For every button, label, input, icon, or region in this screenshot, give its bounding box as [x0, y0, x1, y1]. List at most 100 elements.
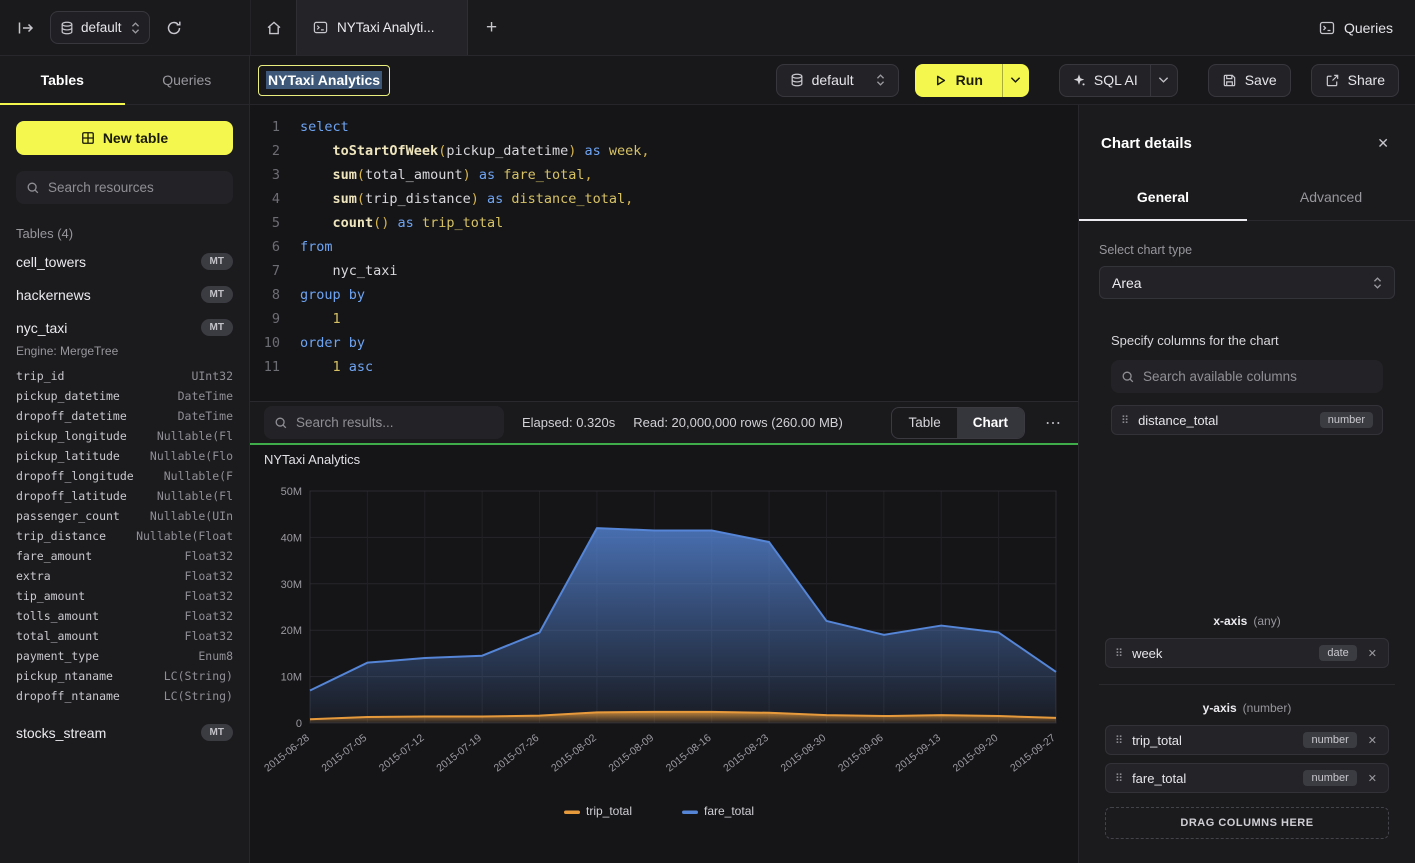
columns-search: [1111, 360, 1383, 393]
column-type: UInt32: [191, 369, 233, 383]
queries-button[interactable]: Queries: [1319, 20, 1393, 36]
run-button[interactable]: Run: [915, 64, 1002, 97]
query-database-selector[interactable]: default: [776, 64, 899, 97]
table-row[interactable]: nyc_taxiMT: [16, 311, 233, 344]
code-line: nyc_taxi: [300, 259, 650, 283]
table-row[interactable]: stocks_streamMT: [16, 716, 233, 749]
sidebar-tab-tables[interactable]: Tables: [0, 56, 125, 104]
svg-text:2015-08-02: 2015-08-02: [549, 732, 599, 775]
column-type: Nullable(Float: [136, 529, 233, 543]
tab-general[interactable]: General: [1079, 174, 1247, 220]
home-tab[interactable]: [250, 0, 296, 55]
columns-search-input[interactable]: [1143, 369, 1373, 384]
column-name: pickup_ntaname: [16, 669, 113, 683]
column-row: dropoff_datetime DateTime: [16, 406, 233, 426]
sidebar-tab-queries[interactable]: Queries: [125, 56, 250, 104]
new-table-button[interactable]: New table: [16, 121, 233, 155]
line-number: 1: [250, 115, 280, 139]
axes-config: x-axis (any) ⠿weekdate✕ y-axis (number) …: [1099, 614, 1395, 839]
drag-columns-dropzone[interactable]: DRAG COLUMNS HERE: [1105, 807, 1389, 839]
run-label: Run: [956, 72, 983, 88]
table-engine-badge: MT: [201, 319, 233, 336]
line-number: 11: [250, 355, 280, 379]
results-search-input[interactable]: [296, 415, 494, 430]
column-type: DateTime: [178, 409, 233, 423]
close-icon[interactable]: ✕: [1373, 131, 1393, 156]
column-item[interactable]: ⠿trip_totalnumber✕: [1105, 725, 1389, 755]
drag-handle-icon[interactable]: ⠿: [1115, 772, 1123, 785]
database-selector-value: default: [81, 20, 122, 35]
panel-body: Select chart type Area Specify columns f…: [1079, 221, 1415, 863]
database-selector[interactable]: default: [50, 11, 150, 44]
save-button[interactable]: Save: [1208, 64, 1291, 97]
column-name: pickup_longitude: [16, 429, 127, 443]
sqlai-options-chevron[interactable]: [1150, 65, 1177, 96]
remove-column-icon[interactable]: ✕: [1366, 770, 1379, 787]
column-name: passenger_count: [16, 509, 120, 523]
sqlai-button-group: SQL AI: [1059, 64, 1178, 97]
unsaved-dot-icon: [444, 24, 451, 31]
topbar: default NYTaxi Analyti... +: [0, 0, 1415, 56]
remove-column-icon[interactable]: ✕: [1366, 645, 1379, 662]
column-name: dropoff_datetime: [16, 409, 127, 423]
column-name: dropoff_ntaname: [16, 689, 120, 703]
drag-handle-icon[interactable]: ⠿: [1121, 414, 1129, 427]
chart-type-value: Area: [1112, 275, 1142, 291]
code-line: group by: [300, 283, 650, 307]
sidebar-search-input[interactable]: [48, 180, 223, 195]
panel-header: Chart details ✕: [1079, 105, 1415, 174]
query-tab-active[interactable]: NYTaxi Analyti...: [296, 0, 468, 55]
svg-text:trip_total: trip_total: [586, 804, 632, 818]
column-type: Nullable(UIn: [150, 509, 233, 523]
column-row: passenger_count Nullable(UIn: [16, 506, 233, 526]
sql-editor[interactable]: 1234567891011 select toStartOfWeek(picku…: [250, 105, 1078, 401]
column-item-name: fare_total: [1132, 771, 1186, 786]
chart-details-panel: Chart details ✕ General Advanced Select …: [1078, 105, 1415, 863]
tab-advanced[interactable]: Advanced: [1247, 174, 1415, 220]
sqlai-button[interactable]: SQL AI: [1060, 65, 1150, 96]
tab-title: NYTaxi Analyti...: [337, 20, 435, 35]
database-icon: [790, 73, 804, 87]
y-axis-header: y-axis (number): [1105, 701, 1389, 715]
table-row[interactable]: hackernewsMT: [16, 278, 233, 311]
chart-type-select[interactable]: Area: [1099, 266, 1395, 299]
tab-strip: NYTaxi Analyti... +: [250, 0, 516, 55]
console-tab-icon: [313, 20, 328, 35]
table-view-button[interactable]: Table: [892, 408, 956, 438]
column-name: tolls_amount: [16, 609, 99, 623]
svg-text:2015-08-09: 2015-08-09: [606, 732, 656, 775]
line-number: 10: [250, 331, 280, 355]
more-icon[interactable]: ⋯: [1043, 413, 1064, 433]
y-axis-label: y-axis: [1203, 701, 1237, 715]
sql-code[interactable]: select toStartOfWeek(pickup_datetime) as…: [280, 115, 650, 401]
remove-column-icon[interactable]: ✕: [1366, 732, 1379, 749]
run-options-chevron[interactable]: [1002, 64, 1029, 97]
column-type: Nullable(Fl: [157, 489, 233, 503]
svg-text:2015-07-19: 2015-07-19: [434, 732, 484, 775]
svg-text:2015-08-30: 2015-08-30: [779, 732, 829, 775]
column-name: trip_id: [16, 369, 64, 383]
column-item[interactable]: ⠿fare_totalnumber✕: [1105, 763, 1389, 793]
svg-text:0: 0: [296, 718, 302, 730]
column-item[interactable]: ⠿weekdate✕: [1105, 638, 1389, 668]
column-name: extra: [16, 569, 51, 583]
main-column: 1234567891011 select toStartOfWeek(picku…: [250, 105, 1078, 863]
column-type: Enum8: [198, 649, 233, 663]
drag-handle-icon[interactable]: ⠿: [1115, 734, 1123, 747]
drag-handle-icon[interactable]: ⠿: [1115, 647, 1123, 660]
table-row[interactable]: cell_towersMT: [16, 245, 233, 278]
column-item[interactable]: ⠿distance_totalnumber: [1111, 405, 1383, 435]
table-engine-badge: MT: [201, 724, 233, 741]
chart-view-button[interactable]: Chart: [957, 408, 1024, 438]
query-title-input[interactable]: NYTaxi Analytics: [258, 65, 390, 96]
share-button[interactable]: Share: [1311, 64, 1399, 97]
line-number: 8: [250, 283, 280, 307]
line-number: 6: [250, 235, 280, 259]
collapse-sidebar-icon[interactable]: [14, 16, 38, 40]
column-name: trip_distance: [16, 529, 106, 543]
query-title-text: NYTaxi Analytics: [266, 71, 382, 89]
tables-section-label: Tables (4): [16, 226, 233, 241]
database-icon: [60, 21, 74, 35]
new-tab-button[interactable]: +: [468, 0, 516, 55]
refresh-icon[interactable]: [162, 16, 186, 40]
